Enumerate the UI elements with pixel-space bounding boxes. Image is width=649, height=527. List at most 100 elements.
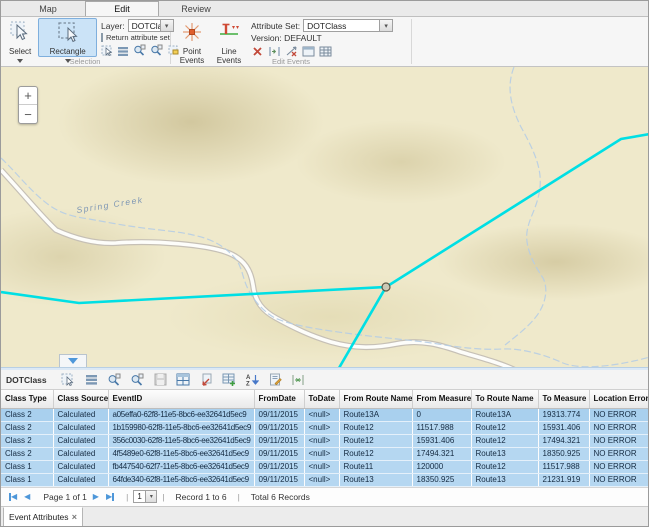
first-page-button[interactable]: ◀ bbox=[9, 492, 17, 501]
table-cell[interactable]: Calculated bbox=[53, 408, 108, 421]
table-select-tool-icon[interactable] bbox=[61, 372, 76, 387]
table-cell[interactable]: Class 2 bbox=[1, 434, 53, 447]
next-page-button[interactable]: ▶ bbox=[93, 492, 99, 501]
table-list-icon[interactable] bbox=[84, 372, 99, 387]
table-row[interactable]: Class 1Calculated64fde340-62f8-11e5-8bc6… bbox=[1, 473, 649, 486]
table-cell[interactable]: Route11 bbox=[339, 460, 412, 473]
table-row[interactable]: Class 1Calculatedfb447540-62f7-11e5-8bc6… bbox=[1, 460, 649, 473]
table-cell[interactable]: NO ERROR bbox=[589, 460, 649, 473]
page-number-arrow-icon[interactable]: ▾ bbox=[145, 491, 156, 502]
column-header[interactable]: From Route Name bbox=[339, 390, 412, 408]
map-canvas[interactable]: Spring Creek + − bbox=[1, 67, 649, 367]
table-cell[interactable]: NO ERROR bbox=[589, 421, 649, 434]
table-cell[interactable]: Calculated bbox=[53, 473, 108, 486]
table-row[interactable]: Class 2Calculated1b159980-62f8-11e5-8bc6… bbox=[1, 421, 649, 434]
table-cell[interactable]: Class 2 bbox=[1, 447, 53, 460]
table-cell[interactable]: Class 1 bbox=[1, 460, 53, 473]
table-cell[interactable]: 1b159980-62f8-11e5-8bc6-ee32641d5ec9 bbox=[108, 421, 254, 434]
column-header[interactable]: To Route Name bbox=[471, 390, 538, 408]
table-cell[interactable]: 18350.925 bbox=[412, 473, 471, 486]
close-icon[interactable]: × bbox=[72, 512, 77, 522]
zoom-to-selection-icon[interactable] bbox=[133, 44, 146, 57]
table-cell[interactable]: 18350.925 bbox=[538, 447, 589, 460]
table-zoom-to-selection-icon[interactable] bbox=[107, 372, 122, 387]
table-cell[interactable]: Route12 bbox=[339, 421, 412, 434]
point-events-button[interactable]: Point Events bbox=[175, 18, 209, 57]
table-sort-icon[interactable]: AZ bbox=[245, 372, 260, 387]
table-cell[interactable]: Class 2 bbox=[1, 421, 53, 434]
table-cell[interactable]: 4f5489e0-62f8-11e5-8bc6-ee32641d5ec9 bbox=[108, 447, 254, 460]
table-row[interactable]: Class 2Calculateda05effa0-62f8-11e5-8bc6… bbox=[1, 408, 649, 421]
select-tool-button[interactable]: Select bbox=[4, 18, 36, 57]
table-cell[interactable]: Route13A bbox=[339, 408, 412, 421]
table-cell[interactable]: Route12 bbox=[339, 447, 412, 460]
last-page-button[interactable]: ▶ bbox=[106, 492, 114, 501]
table-cell[interactable]: <null> bbox=[304, 473, 339, 486]
table-cell[interactable]: 09/11/2015 bbox=[254, 447, 304, 460]
column-header[interactable]: EventID bbox=[108, 390, 254, 408]
return-attribute-set-checkbox[interactable] bbox=[101, 33, 103, 42]
attribute-set-combobox-arrow-icon[interactable]: ▾ bbox=[379, 20, 392, 31]
table-cell[interactable]: Route12 bbox=[471, 460, 538, 473]
column-header[interactable]: Location Error bbox=[589, 390, 649, 408]
line-events-button[interactable]: Line Events bbox=[211, 18, 247, 57]
attribute-set-combobox[interactable]: DOTClass ▾ bbox=[303, 19, 393, 32]
table-cell[interactable]: 19313.774 bbox=[538, 408, 589, 421]
table-cell[interactable]: <null> bbox=[304, 421, 339, 434]
table-cell[interactable]: Calculated bbox=[53, 460, 108, 473]
table-cell[interactable]: Route13 bbox=[339, 473, 412, 486]
table-cell[interactable]: Route12 bbox=[471, 434, 538, 447]
table-save-icon[interactable] bbox=[153, 372, 168, 387]
selection-list-icon[interactable] bbox=[117, 44, 129, 57]
table-open-table-icon[interactable] bbox=[176, 372, 191, 387]
select-by-rectangle-icon[interactable] bbox=[101, 44, 113, 57]
table-cell[interactable]: <null> bbox=[304, 447, 339, 460]
table-pan-to-selection-icon[interactable] bbox=[130, 372, 145, 387]
table-cell[interactable]: NO ERROR bbox=[589, 408, 649, 421]
table-cell[interactable]: Route12 bbox=[471, 421, 538, 434]
table-cell[interactable]: 11517.988 bbox=[538, 460, 589, 473]
table-add-record-icon[interactable] bbox=[222, 372, 237, 387]
table-cell[interactable]: 0 bbox=[412, 408, 471, 421]
table-cell[interactable]: 64fde340-62f8-11e5-8bc6-ee32641d5ec9 bbox=[108, 473, 254, 486]
zoom-in-button[interactable]: + bbox=[19, 87, 37, 105]
table-cell[interactable]: Class 1 bbox=[1, 473, 53, 486]
tab-map[interactable]: Map bbox=[11, 1, 85, 16]
rectangle-tool-button[interactable]: Rectangle bbox=[38, 18, 97, 57]
table-cell[interactable]: NO ERROR bbox=[589, 447, 649, 460]
table-cell[interactable]: 09/11/2015 bbox=[254, 473, 304, 486]
table-row[interactable]: Class 2Calculated4f5489e0-62f8-11e5-8bc6… bbox=[1, 447, 649, 460]
zoom-out-button[interactable]: − bbox=[19, 105, 37, 123]
table-cell[interactable]: <null> bbox=[304, 460, 339, 473]
column-header[interactable]: FromDate bbox=[254, 390, 304, 408]
table-cell[interactable]: Calculated bbox=[53, 434, 108, 447]
column-header[interactable]: ToDate bbox=[304, 390, 339, 408]
table-cell[interactable]: 09/11/2015 bbox=[254, 434, 304, 447]
column-header[interactable]: Class Type bbox=[1, 390, 53, 408]
table-edit-form-icon[interactable] bbox=[268, 372, 283, 387]
previous-page-button[interactable]: ◀ bbox=[24, 492, 30, 501]
table-cell[interactable]: Calculated bbox=[53, 421, 108, 434]
table-cell[interactable]: 120000 bbox=[412, 460, 471, 473]
table-cell[interactable]: Route13 bbox=[471, 473, 538, 486]
table-cell[interactable]: 21231.919 bbox=[538, 473, 589, 486]
table-cell[interactable]: 17494.321 bbox=[412, 447, 471, 460]
layer-combobox[interactable]: DOTClass ▾ bbox=[128, 19, 174, 32]
table-cell[interactable]: 17494.321 bbox=[538, 434, 589, 447]
table-cell[interactable]: 09/11/2015 bbox=[254, 460, 304, 473]
table-cell[interactable]: Route13 bbox=[471, 447, 538, 460]
panel-collapse-button[interactable] bbox=[59, 354, 87, 367]
table-cell[interactable]: <null> bbox=[304, 408, 339, 421]
table-cell[interactable]: NO ERROR bbox=[589, 434, 649, 447]
tab-edit[interactable]: Edit bbox=[85, 1, 159, 16]
table-fit-columns-icon[interactable] bbox=[291, 372, 306, 387]
column-header[interactable]: Class Source bbox=[53, 390, 108, 408]
layer-combobox-arrow-icon[interactable]: ▾ bbox=[160, 20, 173, 31]
table-cell[interactable]: Class 2 bbox=[1, 408, 53, 421]
table-cell[interactable]: 356c0030-62f8-11e5-8bc6-ee32641d5ec9 bbox=[108, 434, 254, 447]
table-cell[interactable]: <null> bbox=[304, 434, 339, 447]
tab-event-attributes[interactable]: Event Attributes × bbox=[3, 507, 83, 527]
table-cell[interactable]: NO ERROR bbox=[589, 473, 649, 486]
pan-to-selection-icon[interactable] bbox=[150, 44, 163, 57]
tab-review[interactable]: Review bbox=[159, 1, 233, 16]
